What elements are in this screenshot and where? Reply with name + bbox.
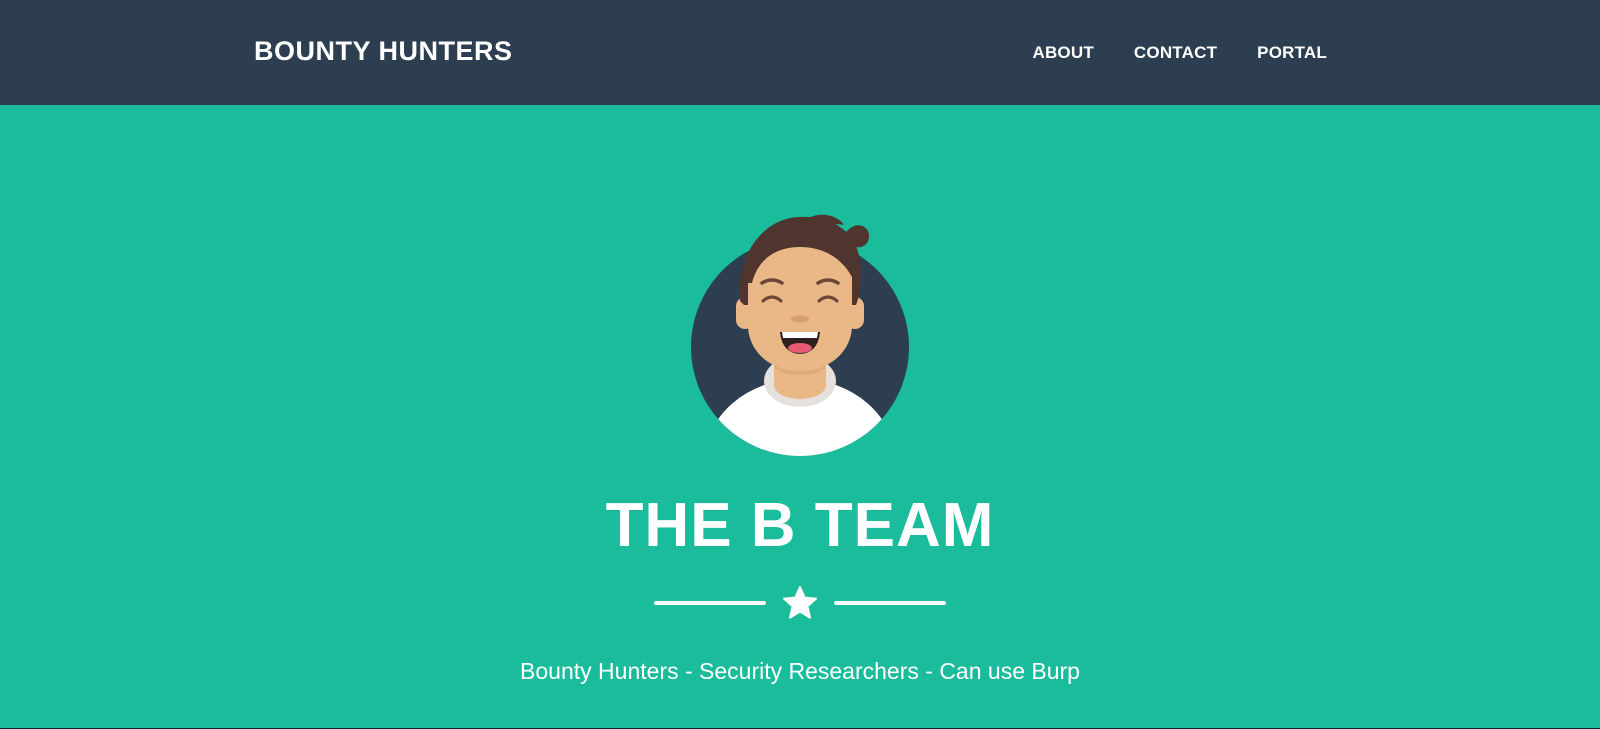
- star-divider: [654, 585, 946, 621]
- divider-line-left: [654, 601, 766, 605]
- subtitle: Bounty Hunters - Security Researchers - …: [520, 658, 1080, 684]
- brand-logo-link[interactable]: BOUNTY HUNTERS: [254, 36, 513, 67]
- nav-link-portal[interactable]: PORTAL: [1257, 43, 1327, 63]
- nav-link-about[interactable]: ABOUT: [1032, 43, 1093, 63]
- navbar: BOUNTY HUNTERS ABOUT CONTACT PORTAL: [0, 0, 1600, 105]
- nav-links: ABOUT CONTACT PORTAL: [1032, 43, 1327, 63]
- divider-line-right: [834, 601, 946, 605]
- star-icon: [783, 586, 817, 619]
- page-title: THE B TEAM: [605, 491, 995, 560]
- smiling-avatar-icon: [688, 201, 912, 461]
- masthead: THE B TEAM Bounty Hunters - Security Res…: [0, 105, 1600, 729]
- nav-link-contact[interactable]: CONTACT: [1134, 43, 1217, 63]
